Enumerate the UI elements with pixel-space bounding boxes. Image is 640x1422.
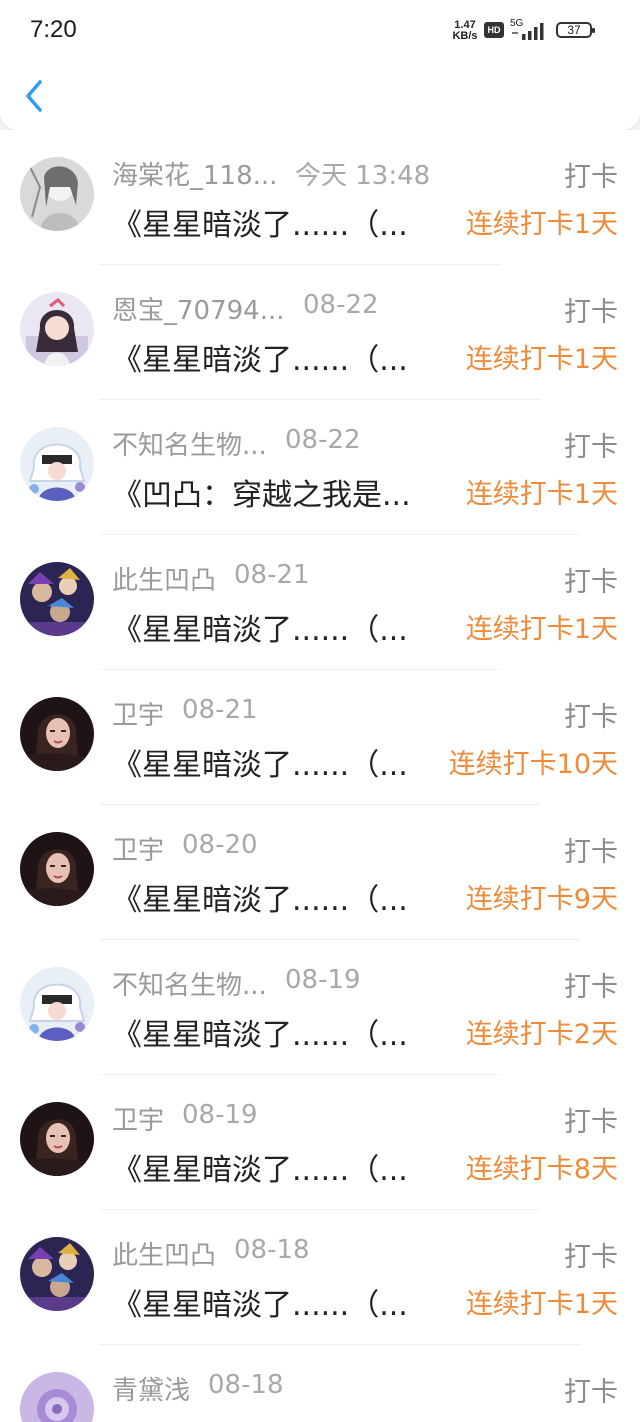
user-name: 卫宇 [112,1106,165,1136]
user-name: 卫宇 [112,836,165,866]
book-title: 《星星暗淡了......（... [112,1288,408,1323]
checkin-list: 海棠花_118... 今天 13:48 打卡 《星星暗淡了......（... 连续打卡… [0,130,640,1422]
list-item[interactable]: 卫宇 08-20 打卡《星星暗淡了......（... 连续打卡9天 [0,805,640,940]
book-title: 《凹凸：穿越之我是... [112,478,411,513]
avatar[interactable] [20,832,94,906]
user-name: 不知名生物... [112,431,267,461]
activity-type: 打卡 [564,567,618,598]
user-name: 此生凹凸 [112,1241,217,1271]
streak-label: 连续打卡1天 [465,614,618,645]
post-date: 08-21 [182,695,258,725]
avatar[interactable] [20,697,94,771]
book-title: 《星星暗淡了......（... [112,1153,408,1188]
status-bar: 7:20 1.47 KB/s HD 5G 37 [0,0,640,60]
streak-label: 连续打卡8天 [465,1154,618,1185]
list-item[interactable]: 卫宇 08-19 打卡《星星暗淡了......（... 连续打卡8天 [0,1075,640,1210]
network-speed: 1.47 KB/s [450,20,480,42]
post-date: 08-18 [234,1235,310,1265]
activity-type: 打卡 [564,1107,618,1138]
activity-type: 打卡 [564,702,618,733]
list-item[interactable]: 此生凹凸 08-21 打卡《星星暗淡了......（... 连续打卡1天 [0,535,640,670]
list-item[interactable]: 青黛浅 08-18 打卡 [0,1345,640,1422]
user-name: 卫宇 [112,701,165,731]
list-item[interactable]: 不知名生物... 08-22 打卡《凹凸：穿越之我是... 连续打卡1天 [0,400,640,535]
avatar[interactable] [20,1102,94,1176]
streak-label: 连续打卡10天 [448,749,618,780]
avatar[interactable] [20,562,94,636]
post-date: 08-21 [234,560,310,590]
user-name: 青黛浅 [112,1376,191,1406]
user-name: 海棠花_118... [112,161,278,191]
list-item[interactable]: 卫宇 08-21 打卡《星星暗淡了......（... 连续打卡10天 [0,670,640,805]
activity-type: 打卡 [564,162,618,193]
user-name: 恩宝_70794... [112,296,285,326]
list-item[interactable]: 不知名生物... 08-19 打卡《星星暗淡了......（... 连续打卡2天 [0,940,640,1075]
activity-type: 打卡 [564,972,618,1003]
book-title: 《星星暗淡了......（... [112,343,408,378]
activity-type: 打卡 [564,297,618,328]
post-date: 08-19 [182,1100,258,1130]
list-item[interactable]: 海棠花_118... 今天 13:48 打卡《星星暗淡了......（... 连续打卡… [0,130,640,265]
header-bar: 7:20 1.47 KB/s HD 5G 37 [0,0,640,130]
streak-label: 连续打卡1天 [465,209,618,240]
list-item[interactable]: 此生凹凸 08-18 打卡《星星暗淡了......（... 连续打卡1天 [0,1210,640,1345]
streak-label: 连续打卡2天 [465,1019,618,1050]
post-date: 08-22 [285,425,361,455]
streak-label: 连续打卡1天 [465,344,618,375]
streak-label: 连续打卡1天 [465,1289,618,1320]
book-title: 《星星暗淡了......（... [112,748,408,783]
post-date: 08-20 [182,830,258,860]
user-name: 此生凹凸 [112,566,217,596]
avatar[interactable] [20,1372,94,1422]
activity-type: 打卡 [564,1242,618,1273]
user-name: 不知名生物... [112,971,267,1001]
streak-label: 连续打卡9天 [465,884,618,915]
network-speed-unit: KB/s [452,30,478,42]
book-title: 《星星暗淡了......（... [112,1018,408,1053]
avatar[interactable] [20,967,94,1041]
signal-icon [512,23,544,40]
activity-type: 打卡 [564,837,618,868]
hd-icon: HD [484,22,504,38]
post-date: 08-22 [303,290,379,320]
avatar[interactable] [20,157,94,231]
post-date: 今天 13:48 [295,161,431,191]
post-date: 08-19 [285,965,361,995]
avatar[interactable] [20,1237,94,1311]
list-item[interactable]: 恩宝_70794... 08-22 打卡《星星暗淡了......（... 连续打卡1天 [0,265,640,400]
book-title: 《星星暗淡了......（... [112,613,408,648]
back-arrow-icon[interactable] [18,74,54,118]
book-title: 《星星暗淡了......（... [112,208,408,243]
post-date: 08-18 [208,1370,284,1400]
streak-label: 连续打卡1天 [465,479,618,510]
book-title: 《星星暗淡了......（... [112,883,408,918]
activity-type: 打卡 [564,432,618,463]
activity-type: 打卡 [564,1377,618,1408]
battery-icon: 37 [556,22,595,38]
avatar[interactable] [20,292,94,366]
avatar[interactable] [20,427,94,501]
status-time: 7:20 [30,16,77,43]
